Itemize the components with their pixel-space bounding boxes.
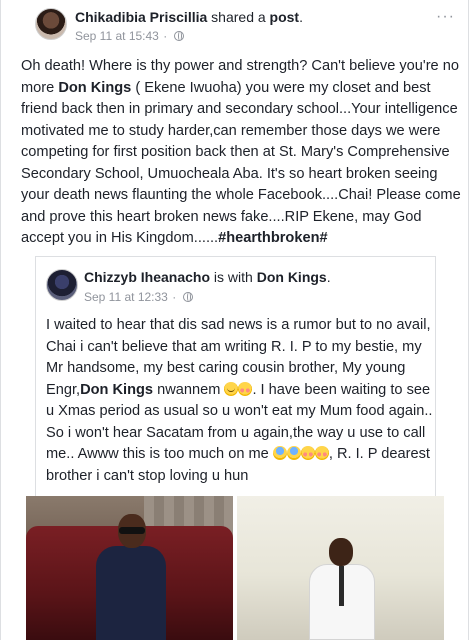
author-avatar[interactable] [35,8,67,40]
meta-separator: · [163,29,168,43]
shared-globe-icon [182,292,193,302]
photo-person [96,514,166,640]
shared-tagged-user[interactable]: Don Kings [257,269,327,285]
person-head [329,538,353,566]
person-body [96,546,166,640]
action-text: shared a [207,9,270,25]
shared-timestamp[interactable]: Sep 11 at 12:33 [84,290,168,304]
post-text-part-2: ( Ekene Iwuoha) you were my closet and b… [21,79,461,247]
shared-post-body: I waited to hear that dis sad news is a … [46,315,434,487]
post-card: Chikadibia Priscillia shared a post. Sep… [0,0,469,640]
more-options-icon[interactable]: ··· [436,8,455,26]
post-body: Oh death! Where is thy power and strengt… [21,56,461,250]
shared-author-name[interactable]: Chizzyb Iheanacho [84,269,210,285]
blushing-face-icon [238,381,253,396]
shared-header-end: . [326,269,331,285]
screaming-face-icon [286,446,301,460]
shared-post-link[interactable]: post [270,9,300,25]
shared-text-part-2: nwannem [153,381,225,398]
shared-tag-link[interactable]: Don Kings [80,382,153,398]
blushing-face-icon [300,446,315,460]
author-name[interactable]: Chikadibia Priscillia [75,9,207,25]
blushing-face-icon [314,446,329,460]
tagged-user-link[interactable]: Don Kings [58,80,131,96]
globe-icon [173,31,184,41]
shared-header-line: Chizzyb Iheanacho is with Don Kings. [84,269,331,285]
photo-man-on-sofa[interactable] [26,496,233,640]
shared-meta-separator: · [172,290,177,304]
photo-man-white-shirt[interactable] [237,496,444,640]
post-header: Chikadibia Priscillia shared a post. Sep… [35,8,455,48]
shared-with-text: is with [210,269,257,285]
screaming-face-icon [272,446,287,460]
person-tie [339,566,344,606]
hashtag-link[interactable]: #hearthbroken# [218,230,328,246]
shared-author-avatar[interactable] [46,269,78,301]
post-timestamp[interactable]: Sep 11 at 15:43 [75,29,159,43]
post-meta: Sep 11 at 15:43 · [75,29,184,43]
photo-person [309,538,375,640]
photo-grid [26,496,444,640]
sunglasses [119,527,145,534]
crying-face-icon [224,381,239,396]
shared-post-card[interactable]: Chizzyb Iheanacho is with Don Kings. Sep… [35,256,436,496]
action-end: . [299,9,303,25]
post-header-line: Chikadibia Priscillia shared a post. [75,9,303,25]
shared-meta: Sep 11 at 12:33 · [84,290,193,304]
